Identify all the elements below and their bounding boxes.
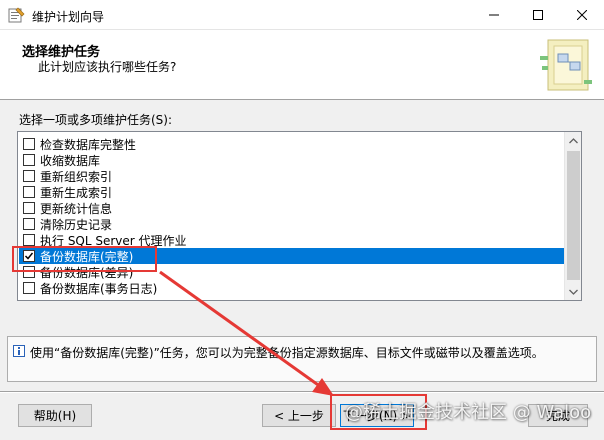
task-checkbox[interactable] [23,202,35,214]
scroll-up-button[interactable] [565,132,582,149]
task-description-text: 使用“备份数据库(完整)”任务，您可以为完整备份指定源数据库、目标文件或磁带以及… [30,346,544,360]
task-label: 备份数据库(事务日志) [40,281,158,296]
scroll-down-button[interactable] [565,283,582,300]
chevron-up-icon [569,137,578,143]
task-list-scrollbar[interactable] [564,132,581,300]
task-list-item[interactable]: 收缩数据库 [19,152,565,168]
task-list-items: 检查数据库完整性 收缩数据库 重新组织索引 重新生成索引 更新统计信息 清除历史记录 执行 … [19,136,565,296]
task-list-item[interactable]: 清除历史记录 [19,216,565,232]
task-label: 备份数据库(差异) [40,265,134,280]
maximize-icon [533,10,543,20]
task-label: 重新生成索引 [40,185,113,200]
task-label: 备份数据库(完整) [40,249,134,264]
minimize-icon [489,14,499,16]
task-checkbox[interactable] [23,186,35,198]
minimize-button[interactable] [472,0,516,30]
checkmark-icon [24,252,34,260]
task-list-item[interactable]: 重新生成索引 [19,184,565,200]
task-label: 清除历史记录 [40,217,113,232]
info-icon [13,345,25,357]
task-checkbox[interactable] [23,266,35,278]
wizard-illustration-icon [540,39,592,91]
task-label: 检查数据库完整性 [40,137,137,152]
close-button[interactable] [560,0,604,30]
task-list-item[interactable]: 更新统计信息 [19,200,565,216]
task-checkbox[interactable] [23,138,35,150]
task-list-item[interactable]: 重新组织索引 [19,168,565,184]
task-checkbox[interactable] [23,218,35,230]
title-bar: 维护计划向导 [0,0,604,30]
page-subtitle: 此计划应该执行哪些任务? [38,60,177,74]
task-checkbox[interactable] [23,154,35,166]
task-label: 更新统计信息 [40,201,113,216]
task-list-item[interactable]: 执行 SQL Server 代理作业 [19,232,565,248]
window-title: 维护计划向导 [32,10,105,24]
task-list-item[interactable]: 检查数据库完整性 [19,136,565,152]
maximize-button[interactable] [516,0,560,30]
task-label: 收缩数据库 [40,153,101,168]
task-description-box: 使用“备份数据库(完整)”任务，您可以为完整备份指定源数据库、目标文件或磁带以及… [7,336,597,382]
task-checkbox[interactable] [23,250,35,262]
wizard-app-icon [8,7,25,23]
footer-divider-highlight [0,392,604,393]
help-button[interactable]: 帮助(H) [18,404,92,427]
task-list-item[interactable]: 备份数据库(差异) [19,264,565,280]
watermark-text: @稀土掘金技术社区 @ Waloo [345,402,592,423]
task-checkbox[interactable] [23,282,35,294]
chevron-down-icon [569,289,578,295]
task-checkbox[interactable] [23,170,35,182]
task-list-label: 选择一项或多项维护任务(S): [19,113,173,127]
close-icon [577,10,587,20]
scroll-thumb[interactable] [567,151,580,280]
task-list-item[interactable]: 备份数据库(完整) [19,248,565,264]
task-list-item[interactable]: 备份数据库(事务日志) [19,280,565,296]
task-listbox[interactable]: 检查数据库完整性 收缩数据库 重新组织索引 重新生成索引 更新统计信息 清除历史记录 执行 … [17,131,582,301]
task-label: 重新组织索引 [40,169,113,184]
task-checkbox[interactable] [23,234,35,246]
back-button[interactable]: < 上一步 [262,404,336,427]
task-label: 执行 SQL Server 代理作业 [40,233,187,248]
wizard-header: 选择维护任务 此计划应该执行哪些任务? [0,30,604,100]
